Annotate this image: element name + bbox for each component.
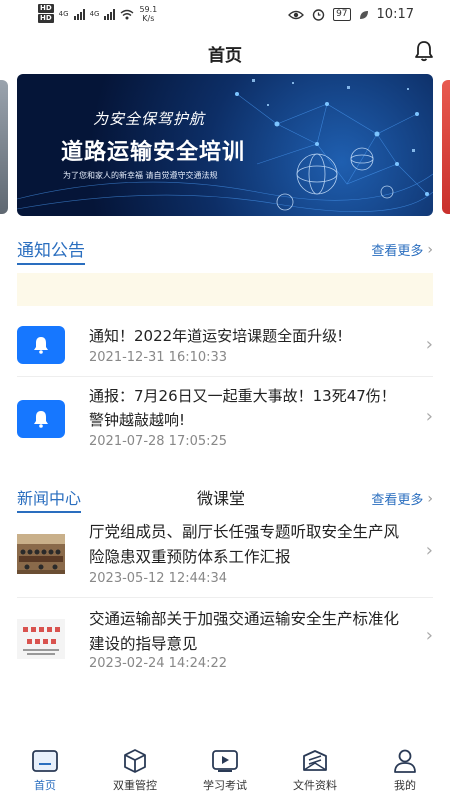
network-type: 4G	[58, 10, 69, 18]
news-more-link[interactable]: 查看更多 ›	[371, 489, 433, 509]
nav-profile[interactable]: 我的	[360, 742, 450, 800]
battery-level: 97	[333, 8, 351, 21]
news-time: 2023-02-24 14:24:22	[89, 656, 228, 671]
nav-home[interactable]: 首页	[0, 742, 90, 800]
nav-label: 文件资料	[293, 779, 337, 792]
banner-carousel[interactable]: 为安全保驾护航 道路运输安全培训 为了您和家人的新幸福 请自觉遵守交通法规	[17, 74, 433, 216]
notice-item[interactable]: 通报：7月26日又一起重大事故！13死47伤！警钟越敲越响! 2021-07-2…	[17, 384, 433, 456]
cube-icon	[120, 748, 150, 774]
tab-news-center[interactable]: 新闻中心	[17, 485, 82, 513]
notice-time: 2021-07-28 17:05:25	[89, 434, 228, 449]
status-bar: HD HD 4G 4G 59.1 K/s 97 10:17	[0, 0, 450, 30]
folder-icon	[300, 748, 330, 774]
news-section-header: 新闻中心 微课堂 查看更多 ›	[17, 485, 433, 513]
app-header: 首页	[0, 34, 450, 70]
chevron-right-icon: ›	[427, 241, 433, 258]
news-time: 2023-05-12 12:44:34	[89, 571, 228, 586]
notice-bell-icon	[17, 400, 65, 438]
clock: 10:17	[376, 7, 414, 22]
divider	[17, 597, 433, 598]
nav-label: 首页	[34, 779, 56, 792]
chevron-right-icon: ›	[425, 625, 433, 646]
nav-label: 双重管控	[113, 779, 157, 792]
wifi-icon	[121, 9, 134, 19]
notice-bell-icon	[17, 326, 65, 364]
news-title: 厅党组成员、副厅长任强专题听取安全生产风险隐患双重预防体系工作汇报	[89, 523, 400, 566]
nav-label: 我的	[394, 779, 416, 792]
notice-marquee[interactable]	[17, 273, 433, 306]
news-item[interactable]: 厅党组成员、副厅长任强专题听取安全生产风险隐患双重预防体系工作汇报 2023-0…	[17, 518, 433, 592]
chevron-right-icon: ›	[425, 334, 433, 355]
notice-title: 通报：7月26日又一起重大事故！13死47伤！警钟越敲越响!	[89, 387, 396, 429]
bell-icon[interactable]	[414, 40, 434, 62]
play-icon	[210, 748, 240, 774]
user-icon	[390, 748, 420, 774]
nav-dual-control[interactable]: 双重管控	[90, 742, 180, 800]
network-type: 4G	[89, 10, 100, 18]
banner-next-peek[interactable]	[442, 80, 450, 214]
eye-icon	[288, 10, 304, 19]
notice-time: 2021-12-31 16:10:33	[89, 350, 228, 365]
notice-section-header: 通知公告 查看更多 ›	[17, 236, 433, 265]
chevron-right-icon: ›	[425, 540, 433, 561]
bottom-nav: 首页 双重管控 学习考试 文件资料 我的	[0, 742, 450, 800]
hd-badge: HD	[38, 4, 54, 13]
more-label: 查看更多	[371, 493, 424, 508]
signal-icon	[73, 8, 85, 20]
page-title: 首页	[208, 46, 242, 66]
news-thumbnail	[17, 534, 65, 574]
divider	[17, 376, 433, 377]
banner-title: 道路运输安全培训	[61, 139, 246, 165]
notice-more-link[interactable]: 查看更多 ›	[371, 240, 433, 260]
chevron-right-icon: ›	[427, 490, 433, 507]
signal-icon	[104, 8, 116, 20]
news-thumbnail	[17, 619, 65, 659]
banner-tagline: 为安全保驾护航	[93, 110, 206, 128]
alarm-icon	[312, 9, 325, 21]
notice-section-title: 通知公告	[17, 236, 85, 265]
notice-title: 通知！2022年道运安培课题全面升级!	[89, 327, 344, 345]
net-speed: 59.1 K/s	[139, 5, 158, 23]
leaf-icon	[359, 10, 368, 19]
chevron-right-icon: ›	[425, 406, 433, 427]
more-label: 查看更多	[371, 244, 424, 259]
nav-documents[interactable]: 文件资料	[270, 742, 360, 800]
banner-prev-peek[interactable]	[0, 80, 8, 214]
nav-study-exam[interactable]: 学习考试	[180, 742, 270, 800]
banner-subtitle: 为了您和家人的新幸福 请自觉遵守交通法规	[63, 171, 218, 180]
notice-item[interactable]: 通知！2022年道运安培课题全面升级! 2021-12-31 16:10:33 …	[17, 322, 433, 372]
tab-micro-class[interactable]: 微课堂	[197, 485, 245, 509]
news-title: 交通运输部关于加强交通运输安全生产标准化建设的指导意见	[89, 610, 400, 653]
news-item[interactable]: 交通运输部关于加强交通运输安全生产标准化建设的指导意见 2023-02-24 1…	[17, 605, 433, 677]
nav-label: 学习考试	[203, 779, 247, 792]
home-icon	[30, 748, 60, 774]
hd-badge: HD	[38, 14, 54, 23]
